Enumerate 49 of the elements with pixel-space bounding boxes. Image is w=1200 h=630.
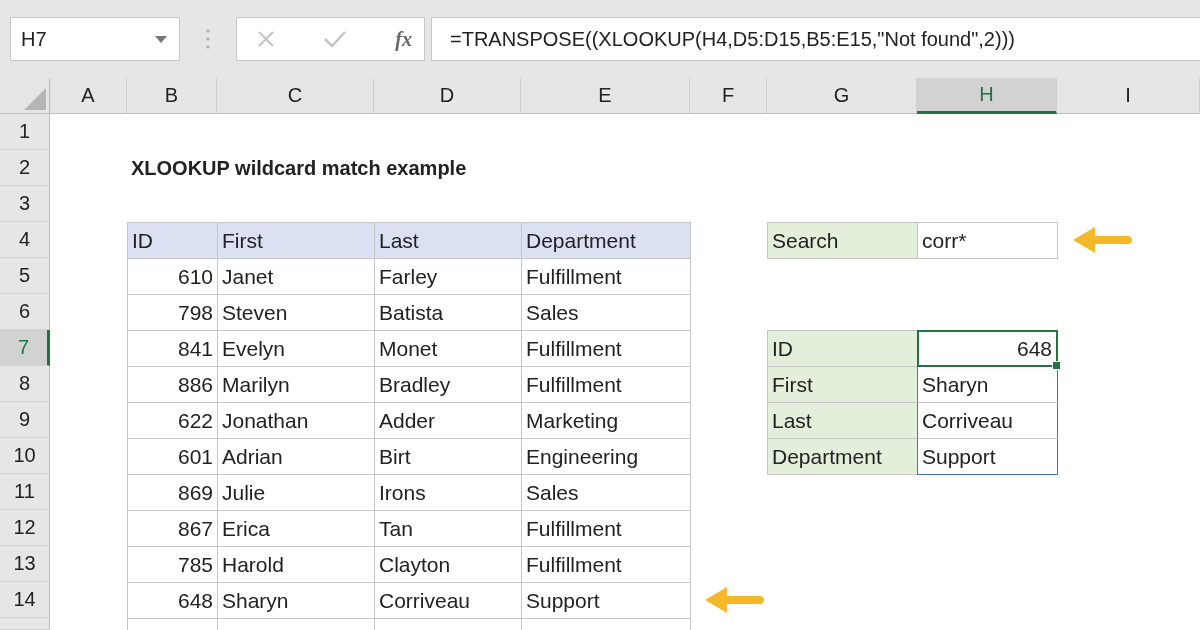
drag-handle-icon <box>206 29 210 49</box>
row-header[interactable]: 8 <box>0 366 50 402</box>
column-header[interactable]: B <box>127 78 217 114</box>
result-label: First <box>767 366 918 403</box>
row-header[interactable]: 7 <box>0 330 50 366</box>
result-label: Last <box>767 402 918 439</box>
table-header-cell: Last <box>374 222 522 259</box>
name-box[interactable]: H7 <box>10 17 180 61</box>
row-header[interactable]: 4 <box>0 222 50 258</box>
column-header[interactable]: I <box>1057 78 1200 114</box>
result-label: ID <box>767 330 918 367</box>
result-cell[interactable]: Corriveau <box>917 402 1058 439</box>
row-header[interactable] <box>0 618 50 630</box>
result-label: Department <box>767 438 918 475</box>
row-header[interactable]: 6 <box>0 294 50 330</box>
row-header[interactable]: 12 <box>0 510 50 546</box>
column-header[interactable]: F <box>690 78 767 114</box>
column-header[interactable]: E <box>521 78 690 114</box>
result-cell[interactable]: Support <box>917 438 1058 475</box>
result-cell[interactable]: 648 <box>917 330 1058 367</box>
arrow-left-icon <box>1073 227 1133 253</box>
table-header-cell: First <box>217 222 375 259</box>
search-label: Search <box>767 222 918 259</box>
row-header[interactable]: 2 <box>0 150 50 186</box>
row-header[interactable]: 11 <box>0 474 50 510</box>
column-header[interactable]: C <box>217 78 374 114</box>
select-all-icon[interactable] <box>24 88 46 110</box>
row-header[interactable]: 13 <box>0 546 50 582</box>
row-header[interactable]: 14 <box>0 582 50 618</box>
sheet-title: XLOOKUP wildcard match example <box>130 155 468 181</box>
column-header[interactable]: D <box>374 78 521 114</box>
fill-handle[interactable] <box>1052 361 1061 370</box>
formula-field[interactable]: =TRANSPOSE((XLOOKUP(H4,D5:D15,B5:E15,"Not found",2))) <box>431 17 1200 61</box>
row-header[interactable]: 5 <box>0 258 50 294</box>
cancel-icon[interactable] <box>257 30 275 48</box>
row-header[interactable]: 10 <box>0 438 50 474</box>
column-header[interactable]: H <box>917 78 1057 114</box>
table-header-cell: ID <box>127 222 218 259</box>
dropdown-caret-icon <box>155 35 167 43</box>
arrow-left-icon <box>705 587 765 613</box>
table-header-cell: Department <box>521 222 691 259</box>
checkmark-icon[interactable] <box>324 30 347 48</box>
column-header[interactable]: A <box>50 78 127 114</box>
search-value-cell[interactable]: corr* <box>917 222 1058 259</box>
column-header[interactable]: G <box>767 78 917 114</box>
row-header[interactable]: 3 <box>0 186 50 222</box>
insert-function-button[interactable]: fx <box>395 27 412 51</box>
row-header[interactable]: 1 <box>0 114 50 150</box>
row-header[interactable]: 9 <box>0 402 50 438</box>
